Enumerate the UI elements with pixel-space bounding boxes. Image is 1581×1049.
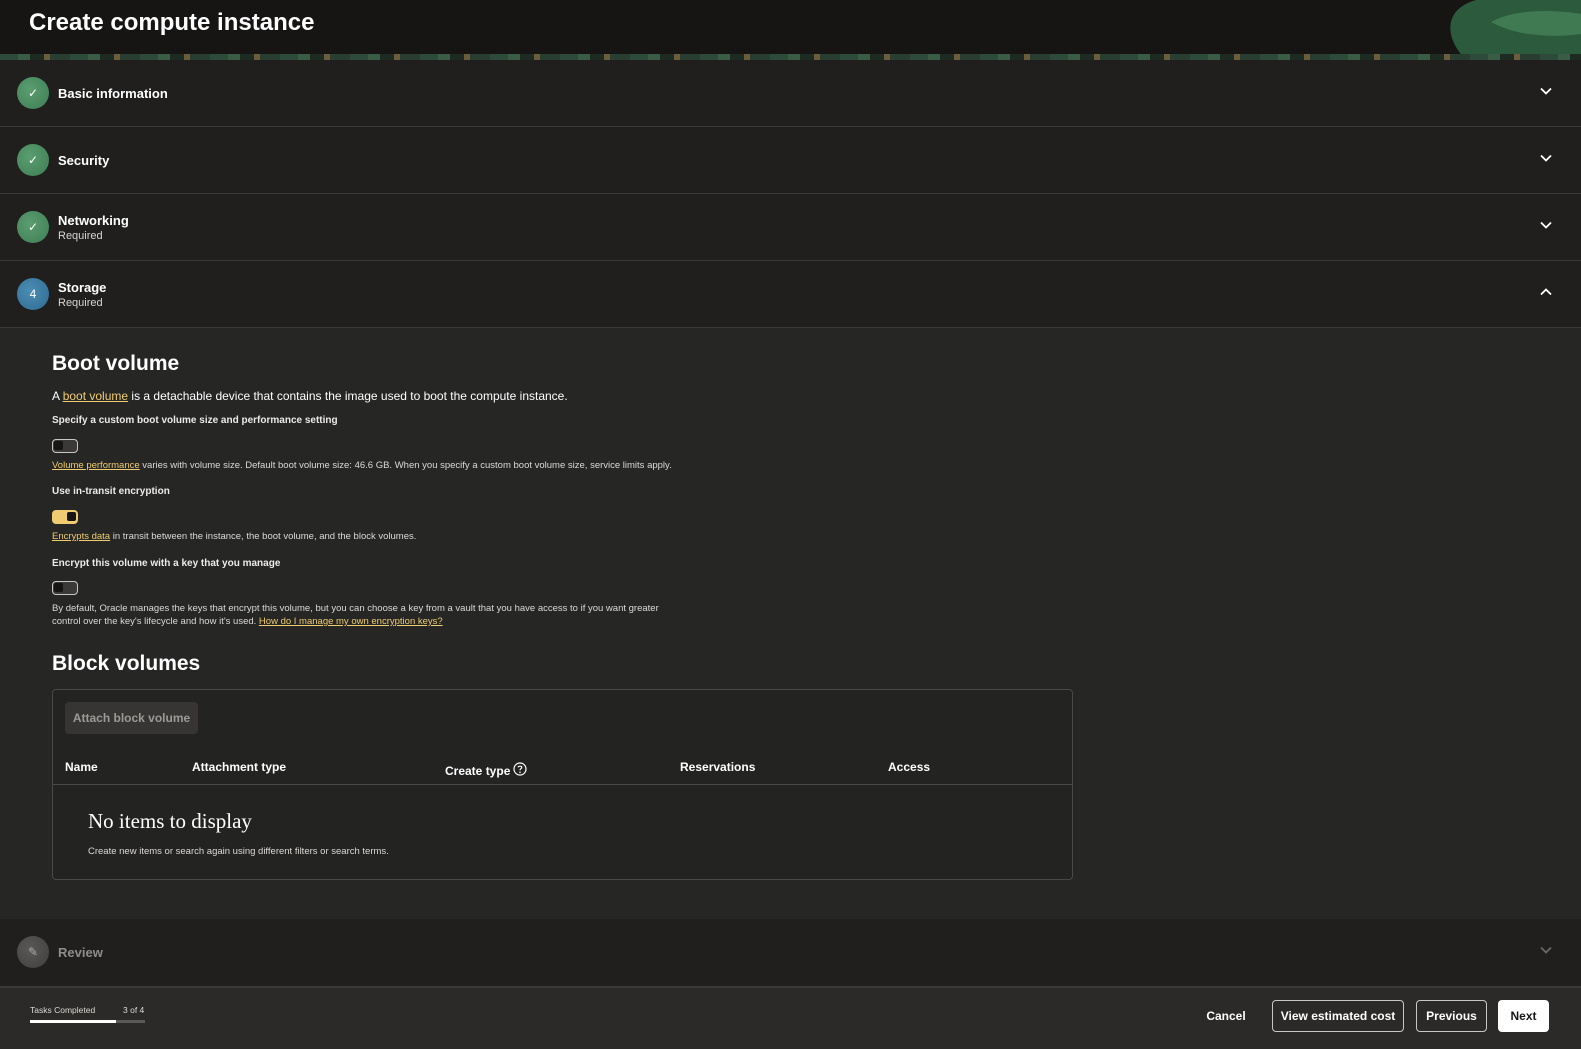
- section-title: Security: [58, 153, 110, 168]
- section-subtitle: Required: [58, 297, 103, 309]
- page-title: Create compute instance: [29, 9, 315, 36]
- own-key-help-line2: control over the key's lifecycle and how…: [52, 615, 659, 628]
- column-header-name[interactable]: Name: [65, 760, 98, 774]
- step-number-badge: 4: [17, 278, 49, 310]
- chevron-up-icon[interactable]: [1539, 285, 1553, 299]
- block-volumes-heading: Block volumes: [52, 652, 201, 675]
- chevron-down-icon[interactable]: [1539, 218, 1553, 232]
- intro-prefix: A: [52, 389, 63, 403]
- page-header: Create compute instance: [0, 0, 1581, 60]
- section-title: Review: [58, 945, 103, 960]
- tasks-completed-count: 3 of 4: [123, 1005, 145, 1015]
- custom-size-help-text: varies with volume size. Default boot vo…: [139, 460, 672, 471]
- check-icon: ✓: [17, 211, 49, 243]
- own-key-toggle[interactable]: [52, 581, 78, 595]
- chevron-down-icon[interactable]: [1539, 84, 1553, 98]
- check-icon: ✓: [17, 144, 49, 176]
- in-transit-help: Encrypts data in transit between the ins…: [52, 530, 416, 543]
- empty-state-subtitle: Create new items or search again using d…: [88, 846, 389, 857]
- section-review[interactable]: ✎ Review: [0, 919, 1581, 987]
- attach-block-volume-button[interactable]: Attach block volume: [65, 702, 198, 734]
- boot-volume-link[interactable]: boot volume: [63, 389, 128, 403]
- help-circle-icon[interactable]: [513, 762, 527, 776]
- in-transit-help-text: in transit between the instance, the boo…: [110, 531, 417, 542]
- progress-fill: [30, 1020, 117, 1023]
- own-key-label: Encrypt this volume with a key that you …: [52, 558, 281, 569]
- own-key-help: By default, Oracle manages the keys that…: [52, 602, 659, 628]
- custom-size-label: Specify a custom boot volume size and pe…: [52, 415, 338, 426]
- own-key-help-line1: By default, Oracle manages the keys that…: [52, 603, 659, 614]
- previous-button[interactable]: Previous: [1416, 1000, 1487, 1032]
- section-title: Storage: [58, 280, 107, 295]
- wizard-footer: Tasks Completed 3 of 4 Cancel View estim…: [0, 987, 1581, 1049]
- section-security[interactable]: ✓ Security: [0, 127, 1581, 194]
- check-icon: ✓: [17, 77, 49, 109]
- storage-panel: Boot volume A boot volume is a detachabl…: [0, 328, 1581, 918]
- in-transit-toggle[interactable]: [52, 510, 78, 524]
- encrypts-data-link[interactable]: Encrypts data: [52, 531, 110, 542]
- section-networking[interactable]: ✓ Networking Required: [0, 194, 1581, 261]
- manage-keys-link[interactable]: How do I manage my own encryption keys?: [259, 616, 443, 627]
- tasks-progress-bar: [30, 1020, 145, 1023]
- cancel-button[interactable]: Cancel: [1194, 1000, 1258, 1032]
- tasks-completed-label: Tasks Completed: [30, 1005, 96, 1015]
- pencil-icon: ✎: [17, 936, 49, 968]
- section-storage[interactable]: 4 Storage Required: [0, 261, 1581, 328]
- table-divider: [53, 784, 1072, 785]
- chevron-down-icon[interactable]: [1539, 943, 1553, 957]
- intro-suffix: is a detachable device that contains the…: [128, 389, 568, 403]
- custom-size-toggle[interactable]: [52, 439, 78, 453]
- column-header-reservations[interactable]: Reservations: [680, 760, 755, 774]
- decorative-leaf-graphic: [1450, 0, 1581, 60]
- column-header-create-type[interactable]: Create type: [445, 762, 527, 778]
- block-volumes-table: Attach block volume Name Attachment type…: [52, 689, 1073, 880]
- column-header-attachment-type[interactable]: Attachment type: [192, 760, 286, 774]
- custom-size-help: Volume performance varies with volume si…: [52, 459, 672, 472]
- volume-performance-link[interactable]: Volume performance: [52, 460, 140, 471]
- empty-state-title: No items to display: [88, 809, 252, 833]
- own-key-help-text: control over the key's lifecycle and how…: [52, 616, 259, 627]
- boot-volume-intro: A boot volume is a detachable device tha…: [52, 389, 568, 403]
- column-header-access[interactable]: Access: [888, 760, 930, 774]
- chevron-down-icon[interactable]: [1539, 151, 1553, 165]
- create-type-label: Create type: [445, 764, 511, 778]
- section-title: Networking: [58, 213, 129, 228]
- section-title: Basic information: [58, 86, 168, 101]
- section-basic-information[interactable]: ✓ Basic information: [0, 60, 1581, 127]
- view-estimated-cost-button[interactable]: View estimated cost: [1272, 1000, 1404, 1032]
- in-transit-label: Use in-transit encryption: [52, 486, 170, 497]
- section-subtitle: Required: [58, 230, 103, 242]
- next-button[interactable]: Next: [1498, 1000, 1549, 1032]
- boot-volume-heading: Boot volume: [52, 352, 180, 375]
